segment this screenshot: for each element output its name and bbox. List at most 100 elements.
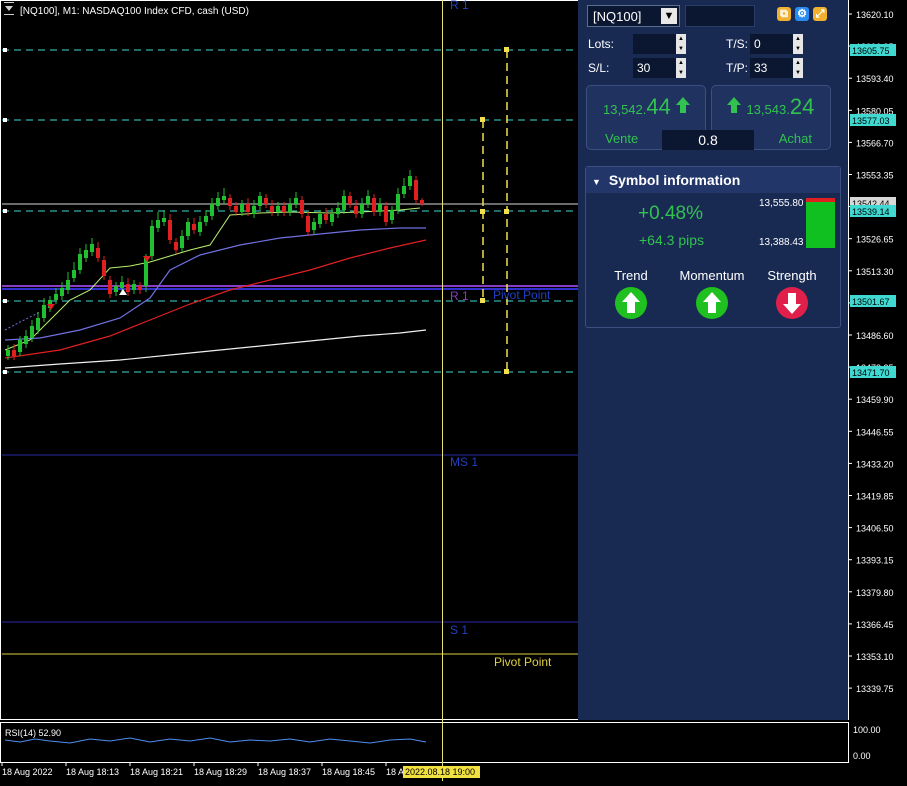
- candle-body: [414, 180, 418, 200]
- chart-title: [NQ100], M1: NASDAQ100 Index CFD, cash (…: [20, 6, 249, 17]
- candle-body: [246, 204, 250, 212]
- copy-icon[interactable]: ⧉: [777, 7, 791, 21]
- spread-value: 0.8: [662, 130, 754, 150]
- ts-value: 0: [754, 37, 761, 51]
- price-tick-label: 13486.60: [856, 331, 894, 341]
- triangle-down-icon: ▼: [592, 177, 601, 187]
- candle-body: [354, 206, 358, 214]
- pips-change: +64.3 pips: [639, 232, 704, 248]
- candle-body: [24, 336, 28, 344]
- candle-body: [330, 214, 334, 222]
- candle-body: [180, 236, 184, 248]
- trend-label: Trend: [614, 268, 648, 283]
- time-tick-label: 18 A: [386, 767, 404, 777]
- candle-body: [336, 208, 340, 214]
- tp-stepper[interactable]: ▲ ▼: [793, 58, 803, 78]
- candle-body: [36, 318, 40, 330]
- price-tag-label: 13471.70: [852, 368, 890, 378]
- candle-body: [120, 282, 124, 288]
- price-tick-label: 13393.15: [856, 556, 894, 566]
- sell-price-suffix: 44: [646, 94, 671, 119]
- candle-body: [300, 200, 304, 214]
- candle-body: [342, 196, 346, 210]
- day-range-bar: [806, 198, 835, 248]
- candle-body: [348, 196, 352, 204]
- gear-icon[interactable]: ⚙: [795, 7, 809, 21]
- sell-caption: Vente: [605, 131, 639, 146]
- percent-change: +0.48%: [638, 203, 703, 224]
- price-tag-label: 13577.03: [852, 116, 890, 126]
- price-tag-label: 13501.67: [852, 297, 890, 307]
- pivot-point-yellow-label: Pivot Point: [494, 655, 552, 669]
- candle-body: [264, 198, 268, 204]
- candle-body: [162, 218, 166, 222]
- candle-body: [96, 248, 100, 258]
- price-tick-label: 13366.45: [856, 620, 894, 630]
- candle-body: [306, 216, 310, 232]
- candle-body: [6, 350, 10, 356]
- symbol-info-header[interactable]: ▼ Symbol information: [586, 167, 840, 193]
- price-tick-label: 13593.40: [856, 74, 894, 84]
- candle-body: [132, 284, 136, 290]
- candle-body: [54, 294, 58, 300]
- sl-input[interactable]: 30 ▲ ▼: [633, 58, 686, 78]
- ms1-label: MS 1: [450, 455, 478, 469]
- candle-body: [282, 206, 286, 212]
- price-tick-label: 13459.90: [856, 395, 894, 405]
- rsi-label: RSI(14) 52.90: [5, 728, 61, 738]
- candle-body: [408, 176, 412, 186]
- day-low: 13,388.43: [759, 237, 804, 248]
- candle-body: [108, 280, 112, 294]
- candle-body: [42, 305, 46, 318]
- candle-body: [396, 194, 400, 210]
- trend-up-icon: [615, 287, 647, 319]
- candle-body: [114, 286, 118, 292]
- momentum-up-icon: [696, 287, 728, 319]
- price-tag-label: 13605.75: [852, 46, 890, 56]
- time-tick-label: 18 Aug 18:45: [322, 767, 375, 777]
- tp-input[interactable]: 33 ▲ ▼: [750, 58, 803, 78]
- arrow-up-icon: [726, 96, 742, 119]
- chevron-down-icon[interactable]: ▼: [661, 8, 677, 24]
- strength-down-icon: [776, 287, 808, 319]
- r1-top-label: R 1: [450, 0, 469, 12]
- sl-value: 30: [637, 61, 651, 75]
- candle-body: [90, 244, 94, 252]
- cursor-time-label: 2022.08.18 19:00: [405, 767, 475, 777]
- candle-body: [174, 242, 178, 250]
- lots-input[interactable]: ▲ ▼: [633, 34, 686, 54]
- candle-body: [228, 198, 232, 206]
- candle-body: [210, 204, 214, 216]
- price-tick-label: 13526.65: [856, 235, 894, 245]
- price-tick-label: 13433.20: [856, 459, 894, 469]
- candle-body: [126, 284, 130, 292]
- price-tick-label: 13553.35: [856, 171, 894, 181]
- candle-body: [216, 198, 220, 206]
- ts-input[interactable]: 0 ▲ ▼: [750, 34, 803, 54]
- price-tick-label: 13620.10: [856, 10, 894, 20]
- sell-price-prefix: 13,542.: [603, 102, 647, 117]
- candle-body: [12, 350, 16, 356]
- sl-stepper[interactable]: ▲ ▼: [676, 58, 686, 78]
- lots-stepper[interactable]: ▲ ▼: [676, 34, 686, 54]
- buy-caption: Achat: [778, 131, 812, 146]
- candle-body: [198, 222, 202, 232]
- candle-body: [270, 206, 274, 212]
- candle-body: [324, 214, 328, 220]
- candle-body: [402, 186, 406, 194]
- candle-body: [186, 222, 190, 236]
- momentum-label: Momentum: [679, 268, 745, 283]
- tp-label: T/P:: [726, 61, 749, 75]
- symbol-select[interactable]: [NQ100] ▼: [587, 5, 680, 27]
- candle-body: [240, 204, 244, 212]
- ts-stepper[interactable]: ▲ ▼: [793, 34, 803, 54]
- symbol-search-box[interactable]: [685, 5, 755, 27]
- candle-body: [318, 214, 322, 224]
- candle-body: [258, 196, 262, 206]
- price-tick-label: 13406.50: [856, 524, 894, 534]
- pivot-point-blue-label: Pivot Point: [493, 288, 551, 302]
- candle-body: [138, 286, 142, 290]
- candle-body: [420, 200, 424, 204]
- candle-body: [84, 250, 88, 258]
- expand-icon[interactable]: ⤢: [813, 7, 827, 21]
